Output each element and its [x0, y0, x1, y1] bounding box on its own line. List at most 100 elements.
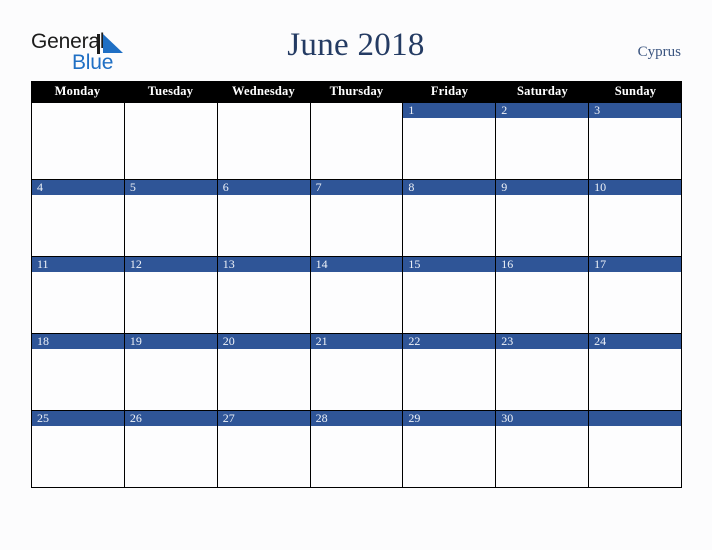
calendar-empty-cell[interactable]	[589, 411, 682, 488]
calendar-day-cell[interactable]: 17	[589, 257, 682, 334]
day-of-week-thursday: Thursday	[329, 84, 384, 98]
day-notes-area[interactable]	[32, 272, 124, 333]
calendar-day-cell[interactable]: 3	[589, 103, 682, 180]
day-number-bar	[589, 411, 681, 426]
calendar-day-cell[interactable]: 12	[124, 257, 218, 334]
day-number: 12	[129, 257, 142, 271]
day-notes-area[interactable]	[403, 195, 496, 256]
day-number: 23	[501, 334, 514, 348]
day-notes-area[interactable]	[124, 426, 217, 487]
calendar-day-cell[interactable]: 1	[403, 103, 497, 180]
day-number-bar: 19	[124, 334, 217, 349]
calendar-week-row: 11 12 13 14 15 16 17	[32, 257, 682, 334]
day-number-bar: 1	[403, 103, 496, 118]
calendar-day-cell[interactable]: 10	[589, 180, 682, 257]
calendar-day-cell[interactable]: 23	[496, 334, 590, 411]
day-notes-area[interactable]	[124, 118, 217, 179]
day-number-bar: 14	[310, 257, 403, 272]
day-number: 16	[501, 257, 514, 271]
calendar-day-cell[interactable]: 25	[32, 411, 125, 488]
day-notes-area[interactable]	[403, 426, 496, 487]
day-number: 9	[501, 180, 508, 194]
day-notes-area[interactable]	[124, 349, 217, 410]
day-number-bar	[311, 103, 403, 118]
day-of-week-wednesday: Wednesday	[232, 84, 295, 98]
day-notes-area[interactable]	[32, 195, 124, 256]
day-notes-area[interactable]	[32, 349, 124, 410]
day-number-bar	[32, 103, 124, 118]
calendar-day-cell[interactable]: 20	[217, 334, 311, 411]
day-notes-area[interactable]	[589, 349, 681, 410]
day-notes-area[interactable]	[124, 272, 217, 333]
calendar-day-cell[interactable]: 22	[403, 334, 497, 411]
day-number-bar: 4	[32, 180, 124, 195]
day-notes-area[interactable]	[496, 118, 589, 179]
day-notes-area[interactable]	[403, 118, 496, 179]
day-number-bar: 24	[589, 334, 681, 349]
day-number-bar: 16	[496, 257, 589, 272]
day-notes-area[interactable]	[589, 195, 681, 256]
day-notes-area[interactable]	[589, 426, 681, 487]
calendar-day-cell[interactable]: 19	[124, 334, 218, 411]
calendar-day-cell[interactable]: 21	[310, 334, 404, 411]
calendar-day-cell[interactable]: 15	[403, 257, 497, 334]
day-notes-area[interactable]	[310, 426, 403, 487]
day-notes-area[interactable]	[124, 195, 217, 256]
page-header: General Blue June 2018 Cyprus	[0, 0, 712, 78]
day-notes-area[interactable]	[310, 349, 403, 410]
day-notes-area[interactable]	[310, 195, 403, 256]
calendar-day-cell[interactable]: 29	[403, 411, 497, 488]
day-notes-area[interactable]	[217, 272, 310, 333]
day-number-bar: 6	[217, 180, 310, 195]
day-notes-area[interactable]	[589, 272, 681, 333]
day-notes-area[interactable]	[496, 195, 589, 256]
day-notes-area[interactable]	[310, 118, 403, 179]
day-notes-area[interactable]	[217, 426, 310, 487]
day-notes-area[interactable]	[403, 272, 496, 333]
calendar-day-cell[interactable]: 26	[124, 411, 218, 488]
day-of-week-header: Monday Tuesday Wednesday Thursday Friday Satu…	[31, 81, 682, 102]
calendar-week-row: 25 26 27 28 29 30	[32, 411, 682, 488]
calendar-day-cell[interactable]: 13	[217, 257, 311, 334]
day-notes-area[interactable]	[496, 272, 589, 333]
day-notes-area[interactable]	[403, 349, 496, 410]
day-notes-area[interactable]	[589, 118, 681, 179]
day-notes-area[interactable]	[217, 195, 310, 256]
day-notes-area[interactable]	[310, 272, 403, 333]
day-of-week-friday: Friday	[430, 84, 469, 98]
day-number: 7	[315, 180, 322, 194]
calendar-empty-cell[interactable]	[124, 103, 218, 180]
calendar-day-cell[interactable]: 30	[496, 411, 590, 488]
calendar-day-cell[interactable]: 27	[217, 411, 311, 488]
day-number-bar: 28	[310, 411, 403, 426]
day-number: 2	[501, 103, 508, 117]
calendar-empty-cell[interactable]	[310, 103, 404, 180]
day-of-week-saturday: Saturday	[517, 84, 568, 98]
calendar-day-cell[interactable]: 8	[403, 180, 497, 257]
calendar-day-cell[interactable]: 18	[32, 334, 125, 411]
day-number-bar: 3	[589, 103, 681, 118]
day-number-bar: 15	[403, 257, 496, 272]
day-number: 13	[222, 257, 235, 271]
day-number-bar: 5	[124, 180, 217, 195]
calendar-day-cell[interactable]: 2	[496, 103, 590, 180]
calendar-day-cell[interactable]: 4	[32, 180, 125, 257]
calendar-day-cell[interactable]: 16	[496, 257, 590, 334]
calendar-day-cell[interactable]: 7	[310, 180, 404, 257]
day-notes-area[interactable]	[496, 426, 589, 487]
calendar-day-cell[interactable]: 14	[310, 257, 404, 334]
calendar-day-cell[interactable]: 5	[124, 180, 218, 257]
calendar-day-cell[interactable]: 9	[496, 180, 590, 257]
day-number-bar: 25	[32, 411, 124, 426]
calendar-day-cell[interactable]: 24	[589, 334, 682, 411]
calendar-day-cell[interactable]: 6	[217, 180, 311, 257]
day-notes-area[interactable]	[217, 118, 310, 179]
day-notes-area[interactable]	[217, 349, 310, 410]
day-notes-area[interactable]	[496, 349, 589, 410]
day-notes-area[interactable]	[32, 426, 124, 487]
calendar-empty-cell[interactable]	[217, 103, 311, 180]
calendar-day-cell[interactable]: 11	[32, 257, 125, 334]
day-notes-area[interactable]	[32, 118, 124, 179]
calendar-day-cell[interactable]: 28	[310, 411, 404, 488]
calendar-empty-cell[interactable]	[32, 103, 125, 180]
